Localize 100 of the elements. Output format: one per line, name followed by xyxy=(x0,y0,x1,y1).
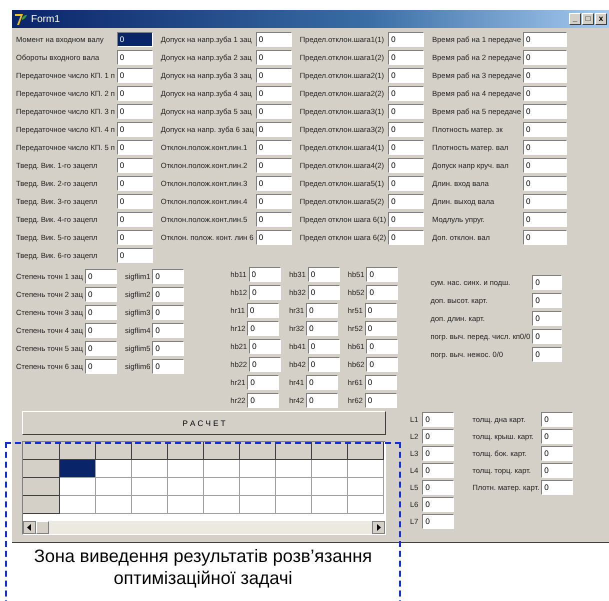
input-field[interactable]: 0 xyxy=(422,463,454,478)
input-field[interactable]: 0 xyxy=(308,338,340,354)
input-field[interactable]: 0 xyxy=(364,392,397,408)
input-field[interactable]: 0 xyxy=(422,429,454,444)
input-field[interactable]: 0 xyxy=(256,86,292,100)
input-field[interactable]: 0 xyxy=(249,338,282,354)
grid-cell[interactable] xyxy=(168,478,204,496)
input-field[interactable]: 0 xyxy=(116,104,153,118)
input-field[interactable]: 0 xyxy=(152,268,184,284)
scroll-thumb[interactable] xyxy=(36,521,49,534)
input-field[interactable]: 0 xyxy=(116,140,153,154)
input-field[interactable]: 0 xyxy=(152,358,184,374)
input-field[interactable]: 0 xyxy=(532,346,562,362)
input-field[interactable]: 0 xyxy=(84,304,117,320)
input-field[interactable]: 0 xyxy=(388,50,424,64)
input-field[interactable]: 0 xyxy=(388,158,424,172)
input-field[interactable]: 0 xyxy=(116,194,153,208)
input-field[interactable]: 0 xyxy=(84,358,117,374)
grid-cell[interactable] xyxy=(204,460,240,478)
grid-cell[interactable] xyxy=(96,496,132,514)
input-field[interactable]: 0 xyxy=(523,32,568,46)
input-field[interactable]: 0 xyxy=(84,340,117,356)
input-field[interactable]: 0 xyxy=(523,122,568,136)
grid-cell[interactable] xyxy=(60,460,96,478)
input-field[interactable]: 0 xyxy=(116,248,153,262)
input-field[interactable]: 0 xyxy=(308,356,340,372)
input-field[interactable]: 0 xyxy=(532,310,562,326)
input-field[interactable]: 0 xyxy=(247,392,280,408)
scroll-right-icon[interactable] xyxy=(372,521,385,534)
grid-cell[interactable] xyxy=(204,478,240,496)
grid-cell[interactable] xyxy=(240,496,276,514)
input-field[interactable]: 0 xyxy=(247,320,280,336)
input-field[interactable]: 0 xyxy=(366,266,398,282)
grid-cell[interactable] xyxy=(60,478,96,496)
input-field[interactable]: 0 xyxy=(523,158,568,172)
grid-cell[interactable] xyxy=(240,478,276,496)
grid-cell[interactable] xyxy=(348,478,384,496)
grid-cell[interactable] xyxy=(96,460,132,478)
input-field[interactable]: 0 xyxy=(116,32,153,46)
input-field[interactable]: 0 xyxy=(248,266,281,282)
input-field[interactable]: 0 xyxy=(256,104,292,118)
grid-cell[interactable] xyxy=(276,478,312,496)
input-field[interactable]: 0 xyxy=(523,194,568,208)
window-control-button[interactable]: _ xyxy=(569,13,581,25)
input-field[interactable]: 0 xyxy=(256,230,292,244)
input-field[interactable]: 0 xyxy=(308,284,340,300)
input-field[interactable]: 0 xyxy=(256,212,292,226)
input-field[interactable]: 0 xyxy=(366,284,398,300)
grid-cell[interactable] xyxy=(132,460,168,478)
input-field[interactable]: 0 xyxy=(388,212,424,226)
grid-cell[interactable] xyxy=(312,496,348,514)
input-field[interactable]: 0 xyxy=(152,304,184,320)
input-field[interactable]: 0 xyxy=(388,86,424,100)
input-field[interactable]: 0 xyxy=(308,266,340,282)
grid-cell[interactable] xyxy=(312,478,348,496)
window-control-button[interactable]: x xyxy=(595,13,607,25)
calculate-button[interactable]: Р А С Ч Е Т xyxy=(22,411,386,435)
input-field[interactable]: 0 xyxy=(532,274,562,290)
input-field[interactable]: 0 xyxy=(116,230,153,244)
input-field[interactable]: 0 xyxy=(249,356,282,372)
input-field[interactable]: 0 xyxy=(246,302,279,318)
input-field[interactable]: 0 xyxy=(523,104,568,118)
grid-cell[interactable] xyxy=(276,460,312,478)
input-field[interactable]: 0 xyxy=(541,412,574,427)
input-field[interactable]: 0 xyxy=(152,322,184,338)
input-field[interactable]: 0 xyxy=(532,328,562,344)
input-field[interactable]: 0 xyxy=(306,302,338,318)
input-field[interactable]: 0 xyxy=(388,140,424,154)
input-field[interactable]: 0 xyxy=(541,463,574,478)
input-field[interactable]: 0 xyxy=(388,194,424,208)
grid-cell[interactable] xyxy=(168,460,204,478)
input-field[interactable]: 0 xyxy=(366,356,398,372)
input-field[interactable]: 0 xyxy=(116,158,153,172)
input-field[interactable]: 0 xyxy=(152,340,184,356)
input-field[interactable]: 0 xyxy=(116,68,153,82)
input-field[interactable]: 0 xyxy=(256,158,292,172)
input-field[interactable]: 0 xyxy=(249,284,282,300)
grid-cell[interactable] xyxy=(204,496,240,514)
grid-cell[interactable] xyxy=(96,478,132,496)
input-field[interactable]: 0 xyxy=(523,230,568,244)
input-field[interactable]: 0 xyxy=(422,412,454,427)
input-field[interactable]: 0 xyxy=(256,176,292,190)
input-field[interactable]: 0 xyxy=(247,374,280,390)
input-field[interactable]: 0 xyxy=(116,212,153,226)
input-field[interactable]: 0 xyxy=(523,50,568,64)
input-field[interactable]: 0 xyxy=(256,122,292,136)
input-field[interactable]: 0 xyxy=(84,268,117,284)
input-field[interactable]: 0 xyxy=(306,392,338,408)
input-field[interactable]: 0 xyxy=(116,86,153,100)
input-field[interactable]: 0 xyxy=(84,322,117,338)
input-field[interactable]: 0 xyxy=(84,286,117,302)
input-field[interactable]: 0 xyxy=(422,480,454,495)
grid-cell[interactable] xyxy=(348,496,384,514)
grid-cell[interactable] xyxy=(348,460,384,478)
input-field[interactable]: 0 xyxy=(306,320,338,336)
scroll-left-icon[interactable] xyxy=(23,521,36,534)
input-field[interactable]: 0 xyxy=(116,50,153,64)
input-field[interactable]: 0 xyxy=(256,50,292,64)
input-field[interactable]: 0 xyxy=(116,176,153,190)
input-field[interactable]: 0 xyxy=(523,140,568,154)
